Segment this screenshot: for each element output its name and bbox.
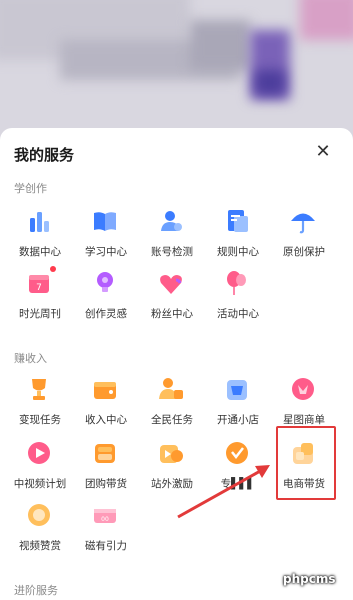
umbrella-icon — [288, 206, 318, 236]
service-fan-center[interactable]: 粉丝中心 — [142, 268, 202, 330]
service-original-protect[interactable]: 原创保护 — [274, 206, 334, 268]
section-label-advanced: 进阶服务 — [14, 584, 58, 597]
service-label: 星图商单 — [283, 414, 325, 426]
service-label: 时光周刊 — [19, 308, 61, 320]
service-study-center[interactable]: 学习中心 — [76, 206, 136, 268]
service-income-center[interactable]: 收入中心 — [76, 374, 136, 436]
group-buy-icon — [90, 438, 120, 468]
service-label: 专▌▌▌ — [220, 478, 256, 490]
service-rules-center[interactable]: 规则中心 — [208, 206, 268, 268]
service-label: 视频赞赏 — [19, 540, 61, 552]
trophy-icon — [24, 374, 54, 404]
service-data-center[interactable]: 数据中心 — [10, 206, 70, 268]
service-label: 收入中心 — [85, 414, 127, 426]
my-services-sheet: 我的服务 ✕ 学创作 数据中心 学习中心 账号检测 规则中心 原创保护 7 时光… — [0, 128, 353, 600]
service-open-shop[interactable]: 开通小店 — [208, 374, 268, 436]
balloon-icon — [222, 268, 252, 298]
check-badge-icon — [222, 438, 252, 468]
bar-chart-icon — [24, 206, 54, 236]
service-label: 团购带货 — [85, 478, 127, 490]
people-task-icon — [156, 374, 186, 404]
service-label: 学习中心 — [85, 246, 127, 258]
service-label: 活动中心 — [217, 308, 259, 320]
service-label: 数据中心 — [19, 246, 61, 258]
service-special[interactable]: 专▌▌▌ — [208, 438, 268, 500]
account-check-icon — [156, 206, 186, 236]
service-label: 粉丝中心 — [151, 308, 193, 320]
service-offsite-incentive[interactable]: 站外激励 — [142, 438, 202, 500]
service-label: 站外激励 — [151, 478, 193, 490]
star-map-icon — [288, 374, 318, 404]
book-icon — [90, 206, 120, 236]
shop-icon — [222, 374, 252, 404]
watermark: phpcms — [283, 572, 336, 586]
service-video-tip[interactable]: 视频赞赏 — [10, 500, 70, 562]
highlight-box — [276, 426, 336, 500]
service-label: 变现任务 — [19, 414, 61, 426]
service-label: 中视频计划 — [13, 478, 67, 490]
blurred-background — [0, 0, 353, 140]
play-icon — [24, 438, 54, 468]
service-label: 账号检测 — [151, 246, 193, 258]
service-time-weekly[interactable]: 7 时光周刊 — [10, 266, 70, 330]
service-creative-inspiration[interactable]: 创作灵感 — [76, 268, 136, 330]
lightbulb-icon — [90, 268, 120, 298]
incentive-icon — [156, 438, 186, 468]
magnet-ticket-icon: 00 — [90, 500, 120, 530]
service-label: 磁有引力 — [85, 540, 127, 552]
service-account-check[interactable]: 账号检测 — [142, 206, 202, 268]
service-label: 创作灵感 — [85, 308, 127, 320]
svg-text:00: 00 — [101, 516, 109, 523]
service-group-buy[interactable]: 团购带货 — [76, 438, 136, 500]
service-label: 全民任务 — [151, 414, 193, 426]
close-icon[interactable]: ✕ — [312, 140, 334, 162]
service-label: 原创保护 — [283, 246, 325, 258]
service-mid-video-plan[interactable]: 中视频计划 — [10, 438, 70, 500]
calendar-icon: 7 — [24, 266, 56, 298]
heart-icon — [156, 268, 186, 298]
sheet-title: 我的服务 — [14, 146, 75, 164]
service-activity-center[interactable]: 活动中心 — [208, 268, 268, 330]
svg-text:7: 7 — [36, 283, 42, 293]
rules-doc-icon — [222, 206, 252, 236]
section-label-create: 学创作 — [14, 182, 47, 195]
wallet-icon — [90, 374, 120, 404]
service-label: 规则中心 — [217, 246, 259, 258]
service-monetize-task[interactable]: 变现任务 — [10, 374, 70, 436]
section-label-earn: 赚收入 — [14, 352, 47, 365]
service-all-people-task[interactable]: 全民任务 — [142, 374, 202, 436]
coin-icon — [24, 500, 54, 530]
service-label: 开通小店 — [217, 414, 259, 426]
service-magnet-traction[interactable]: 00 磁有引力 — [76, 500, 136, 562]
